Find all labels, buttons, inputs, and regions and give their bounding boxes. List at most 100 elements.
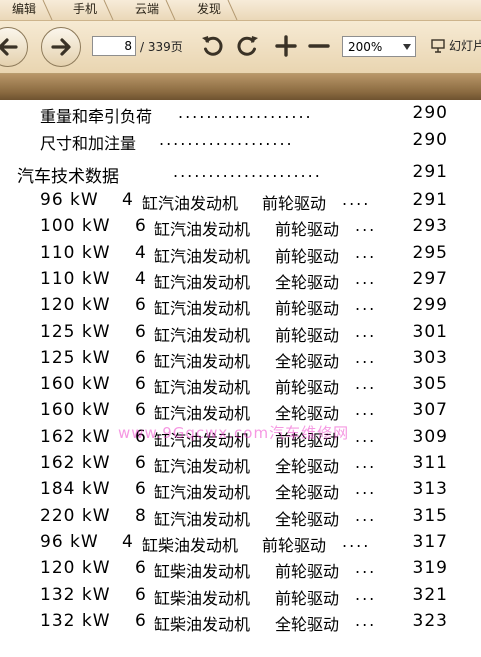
toc-entry[interactable]: 184 kW 6 缸汽油发动机 全轮驱动... 313 bbox=[0, 479, 481, 505]
entry-cylinders: 4 bbox=[135, 268, 147, 289]
entry-drive: 全轮驱动 bbox=[275, 509, 340, 529]
entry-page-number: 313 bbox=[412, 479, 448, 500]
entry-power: 100 kW bbox=[40, 216, 111, 237]
slideshow-button[interactable]: 幻灯片 bbox=[431, 37, 481, 54]
entry-engine: 缸汽油发动机 bbox=[154, 325, 251, 345]
menu-cloud[interactable]: 云端 bbox=[135, 0, 177, 20]
entry-power: 120 kW bbox=[40, 558, 111, 579]
toolbar: / 339页 200% 幻灯片 bbox=[0, 21, 481, 74]
entry-page-number: 303 bbox=[412, 347, 448, 368]
entry-engine: 缸汽油发动机 bbox=[154, 378, 251, 398]
entry-cylinders: 6 bbox=[135, 347, 147, 368]
entry-cylinders: 4 bbox=[135, 242, 147, 263]
entry-cylinders: 6 bbox=[135, 479, 147, 500]
entry-engine: 缸汽油发动机 bbox=[154, 299, 251, 319]
entry-page-number: 305 bbox=[412, 374, 448, 395]
toc-entry[interactable]: 162 kW 6 缸汽油发动机 全轮驱动... 311 bbox=[0, 453, 481, 479]
zoom-in-icon[interactable] bbox=[272, 32, 300, 60]
entry-drive: 全轮驱动 bbox=[275, 351, 340, 371]
toc-entry[interactable]: 100 kW 6 缸汽油发动机 前轮驱动... 293 bbox=[0, 216, 481, 242]
toc-entry[interactable]: 120 kW 6 缸汽油发动机 前轮驱动... 299 bbox=[0, 295, 481, 321]
entry-cylinders: 6 bbox=[135, 216, 147, 237]
entry-page-number: 319 bbox=[412, 558, 448, 579]
page-number-input[interactable] bbox=[92, 36, 136, 56]
entry-leader-dots: ... bbox=[355, 610, 377, 630]
entry-drive: 全轮驱动 bbox=[275, 404, 340, 424]
forward-button[interactable] bbox=[41, 27, 81, 67]
chevron-down-icon bbox=[403, 44, 411, 50]
menu-edit[interactable]: 编辑 bbox=[12, 0, 54, 20]
zoom-out-icon[interactable] bbox=[305, 32, 333, 60]
menu-separator-icon bbox=[103, 0, 114, 20]
entry-leader-dots: ... bbox=[355, 558, 377, 578]
menu-separator-icon bbox=[165, 0, 176, 20]
entry-power: 132 kW bbox=[40, 610, 111, 631]
entry-power: 160 kW bbox=[40, 400, 111, 421]
entry-drive: 前轮驱动 bbox=[275, 378, 340, 398]
toc-entry[interactable]: 132 kW 6 缸柴油发动机 前轮驱动... 321 bbox=[0, 585, 481, 611]
entry-engine: 缸汽油发动机 bbox=[154, 404, 251, 424]
entry-engine: 缸柴油发动机 bbox=[142, 535, 239, 555]
entry-cylinders: 4 bbox=[122, 190, 134, 210]
entry-power: 96 kW bbox=[40, 531, 99, 552]
entry-engine: 缸汽油发动机 bbox=[154, 509, 251, 529]
toc-entry[interactable]: 96 kW 4 缸柴油发动机 前轮驱动.... 317 bbox=[0, 532, 481, 558]
entry-engine: 缸汽油发动机 bbox=[142, 194, 239, 213]
entry-power: 132 kW bbox=[40, 584, 111, 605]
entry-drive: 全轮驱动 bbox=[275, 457, 340, 476]
entry-drive: 前轮驱动 bbox=[275, 325, 340, 345]
slideshow-icon bbox=[431, 39, 445, 53]
entry-drive: 前轮驱动 bbox=[262, 535, 327, 555]
entry-page-number: 309 bbox=[412, 426, 448, 447]
entry-cylinders: 4 bbox=[122, 531, 134, 552]
entry-leader-dots: ... bbox=[355, 321, 377, 341]
zoom-select[interactable]: 200% bbox=[342, 36, 416, 57]
entry-power: 162 kW bbox=[40, 426, 111, 447]
entry-drive: 前轮驱动 bbox=[275, 562, 340, 582]
rotate-right-icon[interactable] bbox=[233, 32, 261, 60]
entry-drive: 全轮驱动 bbox=[275, 272, 340, 292]
entry-leader-dots: ... bbox=[355, 400, 377, 420]
entry-leader-dots: ... bbox=[355, 374, 377, 394]
entry-power: 96 kW bbox=[40, 190, 99, 210]
entry-leader-dots: ... bbox=[355, 453, 377, 472]
entry-leader-dots: .... bbox=[342, 531, 371, 551]
toc-entry[interactable]: 220 kW 8 缸汽油发动机 全轮驱动... 315 bbox=[0, 506, 481, 532]
document-page[interactable]: 重量和牵引负荷 ................... 290 尺寸和加注量 .… bbox=[0, 100, 481, 657]
entry-engine: 缸汽油发动机 bbox=[154, 246, 251, 266]
entry-cylinders: 6 bbox=[135, 321, 147, 342]
page-total: / 339页 bbox=[140, 40, 183, 54]
entry-page-number: 315 bbox=[412, 505, 448, 526]
entry-power: 125 kW bbox=[40, 321, 111, 342]
entry-page-number: 301 bbox=[412, 321, 448, 342]
menu-separator-icon bbox=[227, 0, 238, 20]
entry-page-number: 307 bbox=[412, 400, 448, 421]
back-button[interactable] bbox=[0, 27, 28, 67]
entry-engine: 缸汽油发动机 bbox=[154, 351, 251, 371]
toc-entry[interactable]: 110 kW 4 缸汽油发动机 前轮驱动... 295 bbox=[0, 243, 481, 269]
toc-entry[interactable]: 125 kW 6 缸汽油发动机 前轮驱动... 301 bbox=[0, 322, 481, 348]
toc-entry[interactable]: 110 kW 4 缸汽油发动机 全轮驱动... 297 bbox=[0, 269, 481, 295]
entry-drive: 前轮驱动 bbox=[275, 220, 340, 240]
entry-leader-dots: .... bbox=[342, 190, 371, 209]
menu-phone[interactable]: 手机 bbox=[73, 0, 115, 20]
entry-engine: 缸汽油发动机 bbox=[154, 220, 251, 240]
toc-entry[interactable]: 160 kW 6 缸汽油发动机 前轮驱动... 305 bbox=[0, 374, 481, 400]
entry-page-number: 323 bbox=[412, 610, 448, 631]
entry-power: 110 kW bbox=[40, 268, 111, 289]
entry-page-number: 297 bbox=[412, 268, 448, 289]
entry-page-number: 321 bbox=[412, 584, 448, 605]
entry-drive: 前轮驱动 bbox=[275, 588, 340, 608]
toc-entry[interactable]: 120 kW 6 缸柴油发动机 前轮驱动... 319 bbox=[0, 558, 481, 584]
entry-leader-dots: ... bbox=[355, 505, 377, 525]
menu-discover[interactable]: 发现 bbox=[197, 0, 239, 20]
page-top-band bbox=[0, 74, 481, 100]
rotate-left-icon[interactable] bbox=[199, 32, 227, 60]
entry-drive: 全轮驱动 bbox=[275, 483, 340, 503]
toc-entry[interactable]: 132 kW 6 缸柴油发动机 全轮驱动... 323 bbox=[0, 611, 481, 637]
toc-entry[interactable]: 125 kW 6 缸汽油发动机 全轮驱动... 303 bbox=[0, 348, 481, 374]
toc-entry[interactable]: 96 kW 4 缸汽油发动机 前轮驱动.... 291 bbox=[0, 190, 481, 216]
entry-cylinders: 6 bbox=[135, 610, 147, 631]
entry-power: 125 kW bbox=[40, 347, 111, 368]
entry-power: 184 kW bbox=[40, 479, 111, 500]
